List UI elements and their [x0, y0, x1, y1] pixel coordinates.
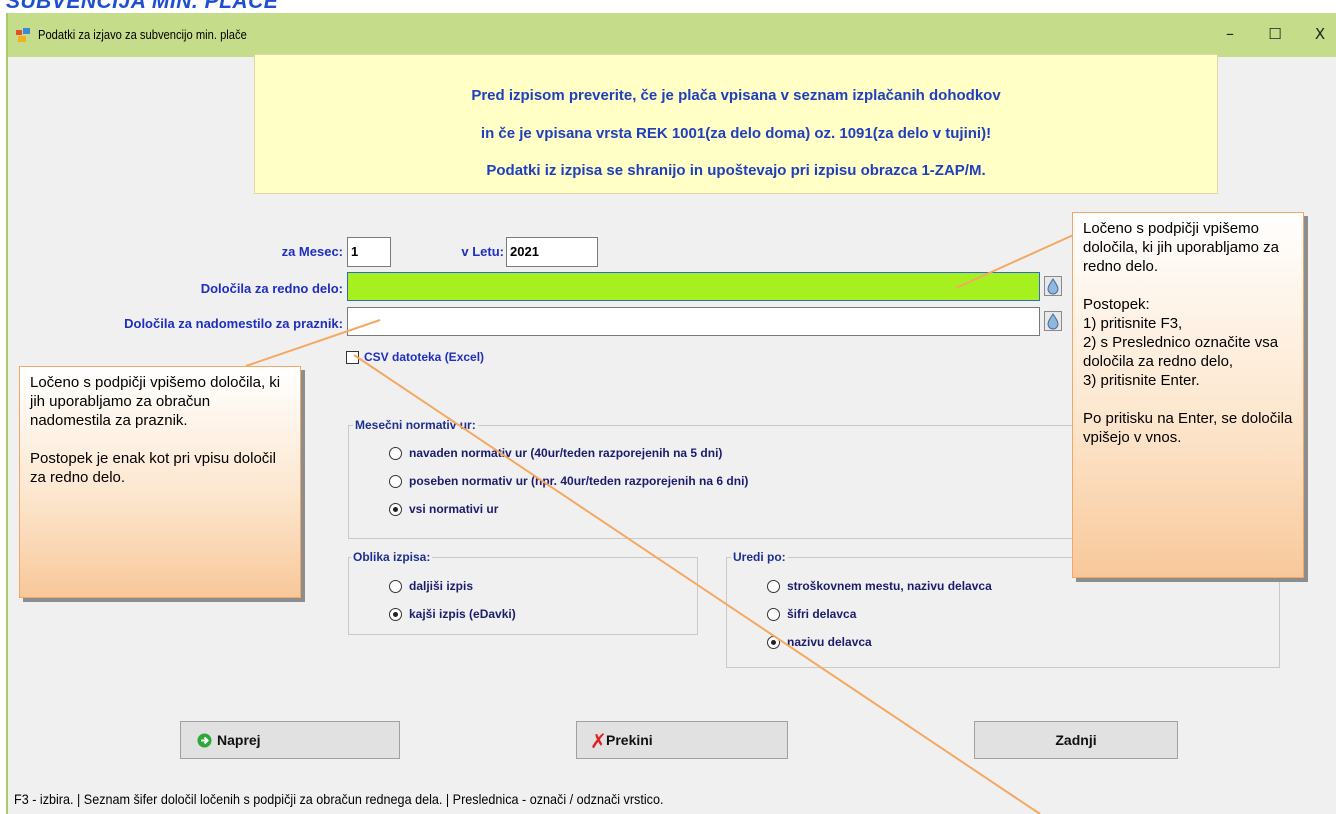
callout-left: Ločeno s podpičji vpišemo določila, ki j…	[19, 366, 301, 598]
csv-pointer	[353, 354, 1041, 814]
callout-right-pointer	[955, 231, 1081, 289]
callout-right: Ločeno s podpičji vpišemo določila, ki j…	[1072, 212, 1304, 578]
